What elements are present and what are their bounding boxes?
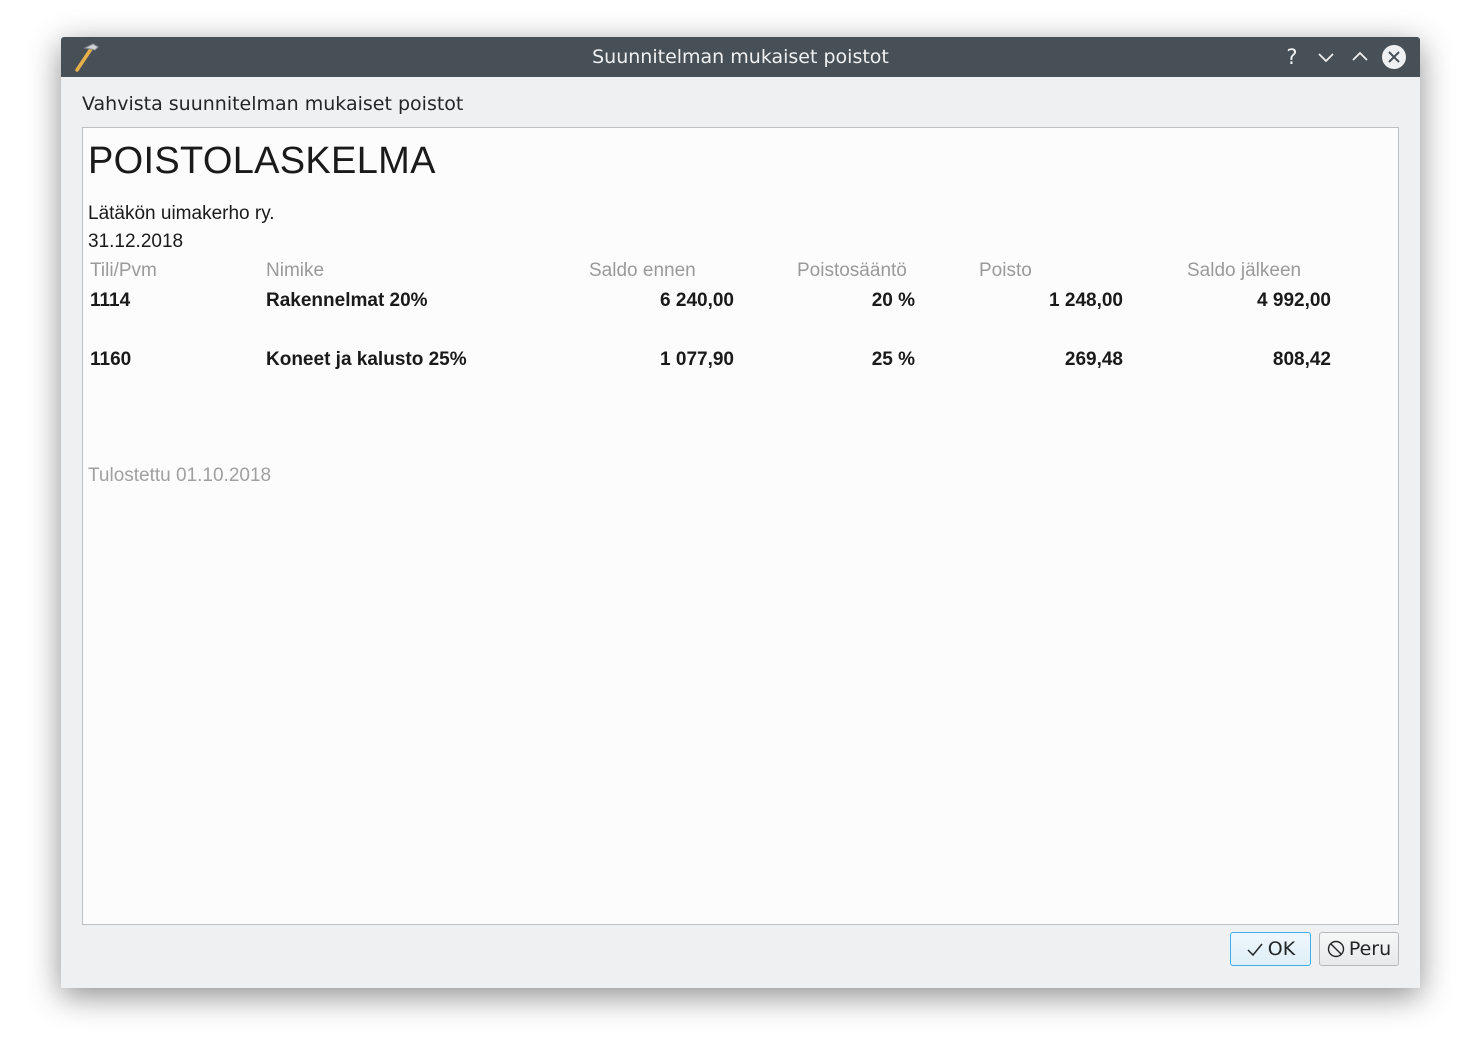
minimize-button[interactable] xyxy=(1313,44,1339,70)
column-header-account: Tili/Pvm xyxy=(90,260,157,281)
organization-name: Lätäkön uimakerho ry. xyxy=(88,203,275,224)
column-header-rule: Poistosääntö xyxy=(797,260,907,281)
help-button[interactable]: ? xyxy=(1279,44,1305,70)
row-2-balance-after: 808,42 xyxy=(1272,349,1331,370)
column-header-depreciation: Poisto xyxy=(979,260,1032,281)
row-1-name: Rakennelmat 20% xyxy=(266,290,428,311)
row-1-rule: 20 % xyxy=(871,290,915,311)
close-icon xyxy=(1382,45,1406,69)
row-2-account: 1160 xyxy=(90,349,132,370)
report-title: POISTOLASKELMA xyxy=(88,140,436,182)
row-1-depreciation: 1 248,00 xyxy=(1049,290,1123,311)
report-date: 31.12.2018 xyxy=(88,231,184,252)
row-2-name: Koneet ja kalusto 25% xyxy=(266,349,467,370)
close-button[interactable] xyxy=(1381,44,1407,70)
checkmark-icon xyxy=(1246,940,1264,958)
row-1-account: 1114 xyxy=(90,290,131,311)
column-header-name: Nimike xyxy=(266,260,325,281)
row-2-depreciation: 269,48 xyxy=(1064,349,1123,370)
cancel-icon xyxy=(1327,940,1345,958)
dialog-window: Suunnitelman mukaiset poistot ? Vahvista… xyxy=(61,37,1420,988)
ok-button-label: OK xyxy=(1267,938,1296,960)
row-2-rule: 25 % xyxy=(871,349,915,370)
printed-date: Tulostettu 01.10.2018 xyxy=(88,465,272,486)
cancel-button-label: Peru xyxy=(1348,938,1392,960)
report-viewer[interactable]: POISTOLASKELMA Lätäkön uimakerho ry. 31.… xyxy=(82,127,1399,925)
prompt-label: Vahvista suunnitelman mukaiset poistot xyxy=(82,93,464,115)
row-2-balance-before: 1 077,90 xyxy=(660,349,734,370)
row-1-balance-before: 6 240,00 xyxy=(660,290,734,311)
maximize-button[interactable] xyxy=(1347,44,1373,70)
cancel-button[interactable]: Peru xyxy=(1319,932,1399,966)
title-bar[interactable]: Suunnitelman mukaiset poistot ? xyxy=(61,37,1420,77)
maximize-icon xyxy=(1352,51,1368,61)
window-title: Suunnitelman mukaiset poistot xyxy=(592,46,889,68)
column-header-balance-before: Saldo ennen xyxy=(589,260,696,281)
row-1-balance-after: 4 992,00 xyxy=(1257,290,1331,311)
ok-button[interactable]: OK xyxy=(1230,932,1311,966)
minimize-icon xyxy=(1318,53,1334,63)
help-icon: ? xyxy=(1286,45,1298,69)
column-header-balance-after: Saldo jälkeen xyxy=(1187,260,1302,281)
